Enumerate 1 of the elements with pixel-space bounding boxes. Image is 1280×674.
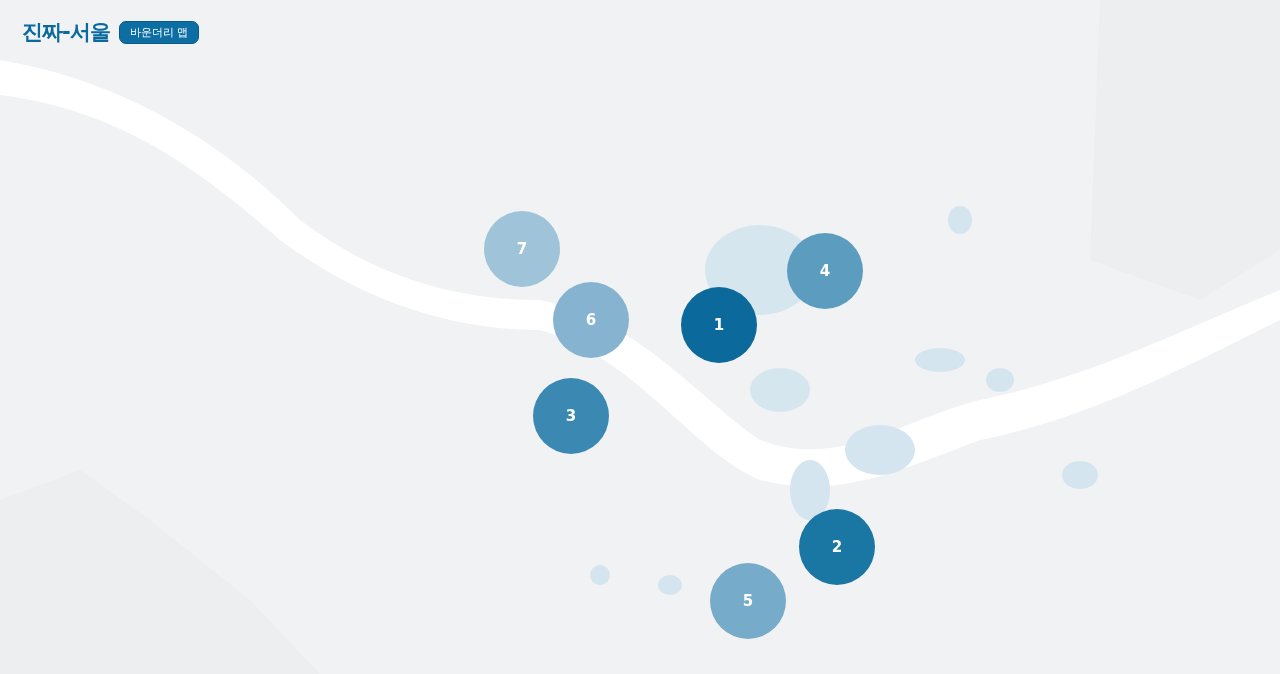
site-title: 진짜-서울 bbox=[22, 19, 110, 46]
